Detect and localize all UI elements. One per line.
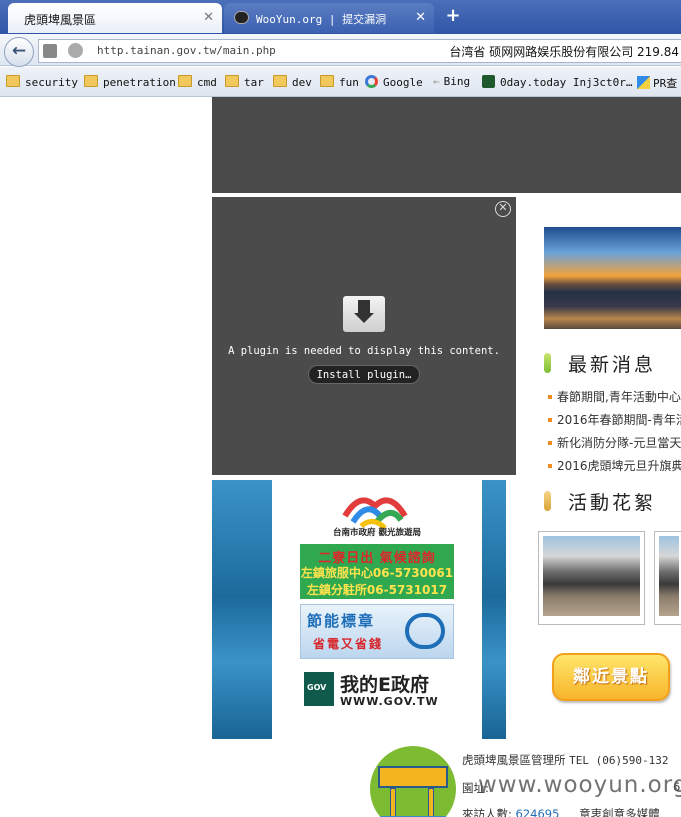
ad-panel: 台南市政府 觀光旅遊局 二寮日出 氣候諮詢 左鎮旅服中心06-5730061 左… [212,480,506,739]
folder-icon [320,75,334,87]
bookmark-dev[interactable]: dev [273,75,312,89]
news-item[interactable]: 2016虎頭埤元旦升旗典 [548,457,681,474]
bookmark-fun[interactable]: fun [320,75,359,89]
tab-label: WooYun.org | 提交漏洞 [256,13,387,26]
install-plugin-button[interactable]: Install plugin… [308,365,420,384]
tab-bar: 虎頭埤風景區 ✕ WooYun.org | 提交漏洞 ✕ + [0,0,681,34]
egov-title: 我的E政府 [340,674,429,696]
0day-icon [482,75,495,88]
address-bar[interactable]: http.tainan.gov.tw/main.php 台湾省 硕网网路娱乐股份… [38,39,681,63]
tourism-bureau-name: 台南市政府 觀光旅遊局 [333,528,421,538]
tab-hutoupi[interactable]: 虎頭埤風景區 ✕ [8,3,222,33]
wooyun-watermark: www.wooyun.org [478,772,681,798]
ad-center: 台南市政府 觀光旅遊局 二寮日出 氣候諮詢 左鎮旅服中心06-5730061 左… [272,480,482,739]
close-icon[interactable]: ✕ [495,201,511,217]
footer-counter: 來訪人數: 624695 意衷創意多媒體 [462,806,660,817]
separator-icon: ← [433,75,440,88]
logo-pillar [428,788,434,817]
missing-plugin-placeholder: ✕ A plugin is needed to display this con… [212,197,516,475]
bookmark-cmd[interactable]: cmd [178,75,217,89]
visitor-count-value: 624695 [515,807,560,817]
url-text[interactable]: http.tainan.gov.tw/main.php [97,44,276,57]
visitor-count-label: 來訪人數: [462,807,512,817]
folder-icon [84,75,98,87]
bookmarks-bar: security penetration cmd tar dev fun Goo… [0,67,681,97]
gov-logo-icon [304,672,334,706]
news-item[interactable]: 新化消防分隊-元旦當天 [548,434,681,451]
energy-subtitle: 省電又省錢 [313,637,384,651]
folder-icon [273,75,287,87]
ad-left-decoration [212,480,272,739]
bookmark-google[interactable]: Google [365,75,423,89]
bookmark-security[interactable]: security [6,75,78,89]
google-icon [365,75,378,88]
navigation-bar: ← http.tainan.gov.tw/main.php 台湾省 硕网网路娱乐… [0,34,681,67]
folder-icon [178,75,192,87]
energy-title: 節能標章 [307,612,376,630]
footer-contact: 虎頭埤風景區管理所 TEL (06)590-132 [462,752,669,768]
footer-credit: 意衷創意多媒體 [579,807,660,817]
weather-info-banner[interactable]: 二寮日出 氣候諮詢 左鎮旅服中心06-5730061 左鎮分駐所06-57310… [300,544,454,599]
section-marker-icon [544,491,551,511]
news-item[interactable]: 春節期間,青年活動中心 [548,388,681,405]
back-button[interactable]: ← [4,37,34,67]
bookmark-penetration[interactable]: penetration [84,75,176,89]
folder-icon [6,75,20,87]
bookmark-tar[interactable]: tar [225,75,264,89]
folder-icon [225,75,239,87]
activity-photo-image [659,536,679,616]
tab-wooyun[interactable]: WooYun.org | 提交漏洞 ✕ [224,3,434,33]
energy-plug-icon [405,613,445,649]
section-marker-icon [544,353,551,373]
close-tab-icon[interactable]: ✕ [415,10,426,25]
sunset-photo[interactable] [544,227,681,329]
logo-pillar [390,788,396,817]
egov-url: WWW.GOV.TW [340,695,439,708]
bookmark-bing[interactable]: ← Bing [433,75,470,88]
egov-banner[interactable]: 我的E政府 WWW.GOV.TW [304,670,454,710]
pavilion-logo-icon [370,746,456,817]
activity-photo[interactable] [538,531,645,625]
news-section-title: 最新消息 [568,354,657,376]
close-tab-icon[interactable]: ✕ [203,10,214,25]
footer-tel: TEL (06)590-132 [569,754,669,767]
nearby-attractions-button[interactable]: 鄰近景點 [552,653,670,701]
bookmark-0day[interactable]: 0day.today Inj3ct0r… [482,75,632,89]
service-center-phone: 左鎮旅服中心06-5730061 [300,566,454,580]
ip-location-info: 台湾省 硕网网路娱乐股份有限公司 219.84 [449,45,679,59]
bookmark-pr[interactable]: PR查 [637,75,677,91]
logo-roof [378,766,448,788]
globe-icon [68,43,83,58]
plugin-message: A plugin is needed to display this conte… [228,345,500,357]
police-station-phone: 左鎮分駐所06-5731017 [306,583,448,597]
news-item[interactable]: 2016年春節期間-青年活 [548,411,681,428]
pr-icon [637,76,650,89]
page-action-icon[interactable] [43,44,57,58]
activity-photo-image [543,536,640,616]
header-banner [212,97,681,193]
ad-right-decoration [482,480,506,739]
tab-label: 虎頭埤風景區 [24,13,97,27]
footer-org: 虎頭埤風景區管理所 [462,753,566,767]
energy-label-banner[interactable]: 節能標章 省電又省錢 [300,604,454,659]
activity-photo[interactable] [654,531,681,625]
new-tab-button[interactable]: + [442,5,464,27]
wooyun-favicon-icon [234,11,249,24]
activity-section-title: 活動花絮 [568,492,657,514]
plugin-download-icon [343,296,385,332]
